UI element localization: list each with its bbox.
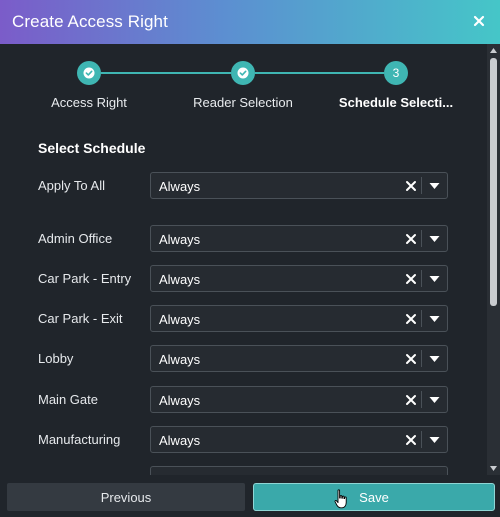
select-value: Always	[159, 352, 201, 367]
content-scrollbar[interactable]	[487, 44, 500, 475]
chevron-down-icon[interactable]	[429, 355, 440, 363]
schedule-row-label: Lobby	[38, 351, 74, 366]
clear-icon[interactable]	[404, 312, 418, 326]
wizard-stepper: 3 Access Right Reader Selection Schedule…	[0, 44, 490, 120]
step-2-label[interactable]: Reader Selection	[193, 95, 293, 110]
section-title: Select Schedule	[38, 140, 146, 156]
select-value: Always	[159, 312, 201, 327]
step-1-label[interactable]: Access Right	[51, 95, 127, 110]
check-icon	[83, 67, 95, 79]
chevron-down-icon[interactable]	[429, 396, 440, 404]
schedule-row-label: Main Gate	[38, 392, 98, 407]
select-value: Always	[159, 232, 201, 247]
schedule-row-label: Car Park - Exit	[38, 311, 123, 326]
save-button[interactable]: Save	[253, 483, 495, 511]
schedule-select[interactable]: Always	[150, 225, 448, 252]
schedule-select[interactable]: Always	[150, 386, 448, 413]
select-divider	[421, 431, 422, 448]
select-divider	[421, 310, 422, 327]
schedule-select[interactable]: Always	[150, 265, 448, 292]
schedule-row-label: Manufacturing	[38, 432, 121, 447]
clear-icon[interactable]	[404, 179, 418, 193]
select-value: Always	[159, 433, 201, 448]
chevron-down-icon[interactable]	[429, 436, 440, 444]
select-value: Always	[159, 179, 201, 194]
chevron-down-icon[interactable]	[429, 182, 440, 190]
check-icon	[237, 67, 249, 79]
chevron-down-icon[interactable]	[429, 315, 440, 323]
select-divider	[421, 230, 422, 247]
clear-icon[interactable]	[404, 393, 418, 407]
schedule-row-label: Admin Office	[38, 231, 113, 246]
clear-icon[interactable]	[404, 232, 418, 246]
apply-all-label: Apply To All	[38, 178, 105, 193]
scroll-up-icon[interactable]	[490, 48, 497, 53]
schedule-select[interactable]: Always	[150, 426, 448, 453]
chevron-down-icon[interactable]	[429, 275, 440, 283]
close-icon[interactable]	[468, 10, 490, 32]
step-2-indicator[interactable]	[231, 61, 255, 85]
step-connector	[255, 72, 384, 74]
schedule-content: Select Schedule Apply To All Always Admi…	[0, 120, 487, 475]
step-1-indicator[interactable]	[77, 61, 101, 85]
schedule-row-label: Car Park - Entry	[38, 271, 132, 286]
dialog-footer: Previous Save	[0, 475, 500, 517]
step-connector	[101, 72, 231, 74]
select-divider	[421, 270, 422, 287]
clear-icon[interactable]	[404, 352, 418, 366]
select-value: Always	[159, 393, 201, 408]
step-3-label[interactable]: Schedule Selecti...	[339, 95, 453, 110]
previous-button[interactable]: Previous	[7, 483, 245, 511]
chevron-down-icon[interactable]	[429, 235, 440, 243]
schedule-select[interactable]: Always	[150, 345, 448, 372]
scroll-down-icon[interactable]	[490, 466, 497, 471]
scroll-thumb[interactable]	[490, 58, 497, 306]
select-divider	[421, 177, 422, 194]
clear-icon[interactable]	[404, 433, 418, 447]
schedule-select[interactable]: Always	[150, 305, 448, 332]
step-3-number: 3	[392, 66, 400, 80]
step-3-indicator[interactable]: 3	[384, 61, 408, 85]
apply-all-select[interactable]: Always	[150, 172, 448, 199]
select-divider	[421, 391, 422, 408]
select-divider	[421, 350, 422, 367]
clear-icon[interactable]	[404, 272, 418, 286]
schedule-select-partial[interactable]	[150, 466, 448, 475]
select-value: Always	[159, 272, 201, 287]
hand-cursor-icon	[334, 489, 347, 509]
dialog-title: Create Access Right	[12, 12, 168, 31]
dialog-title-bar: Create Access Right	[0, 0, 500, 44]
